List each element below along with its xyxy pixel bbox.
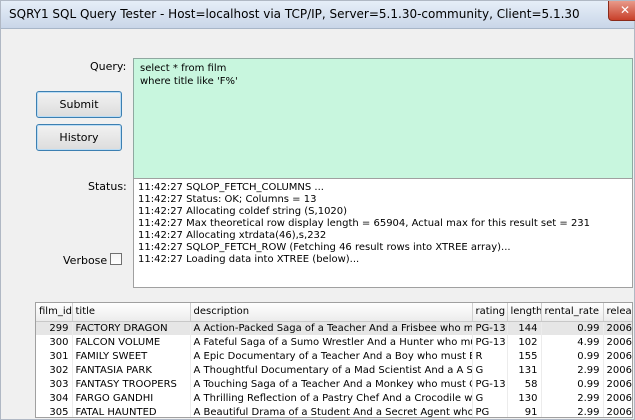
table-row[interactable]: 299 FACTORY DRAGON A Action-Packed Saga … <box>36 321 632 335</box>
column-header-description[interactable]: description <box>190 303 473 322</box>
history-button[interactable]: History <box>36 124 122 151</box>
results-grid[interactable]: film_id title description rating length … <box>35 302 633 418</box>
cell-release-year: 2006 <box>603 349 632 363</box>
cell-description: A Beautiful Drama of a Student And a Sec… <box>190 405 473 417</box>
submit-button[interactable]: Submit <box>36 91 122 118</box>
cell-description: A Thrilling Reflection of a Pastry Chef … <box>190 391 473 405</box>
cell-film-id: 304 <box>36 391 73 405</box>
table-row[interactable]: 301 FAMILY SWEET A Epic Documentary of a… <box>36 349 632 363</box>
cell-release-year: 2006 <box>603 321 632 335</box>
column-header-rating[interactable]: rating <box>472 303 508 322</box>
cell-rental-rate: 2.99 <box>541 391 604 405</box>
cell-release-year: 2006 <box>603 363 632 377</box>
cell-film-id: 303 <box>36 377 73 391</box>
cell-film-id: 302 <box>36 363 73 377</box>
table-row[interactable]: 300 FALCON VOLUME A Fateful Saga of a Su… <box>36 335 632 349</box>
query-input[interactable]: select * from film where title like 'F%' <box>133 58 633 191</box>
cell-film-id: 299 <box>36 321 73 335</box>
table-row[interactable]: 304 FARGO GANDHI A Thrilling Reflection … <box>36 391 632 405</box>
header-row: film_id title description rating length … <box>36 303 632 322</box>
column-header-title[interactable]: title <box>72 303 191 322</box>
client-area: Query: select * from film where title li… <box>4 30 633 418</box>
status-line: 11:42:27 Allocating xtrdata(46),s,232 <box>138 230 327 241</box>
cell-rental-rate: 0.99 <box>541 321 604 335</box>
cell-length: 58 <box>507 377 542 391</box>
cell-rating: PG-13 <box>472 377 508 391</box>
status-log[interactable]: 11:42:27 SQLOP_FETCH_COLUMNS ... 11:42:2… <box>133 178 633 288</box>
cell-title: FARGO GANDHI <box>72 391 191 405</box>
window-title: SQRY1 SQL Query Tester - Host=localhost … <box>9 7 580 21</box>
cell-title: FATAL HAUNTED <box>72 405 191 417</box>
cell-rating: PG <box>472 405 508 417</box>
cell-film-id: 305 <box>36 405 73 417</box>
cell-rental-rate: 0.99 <box>541 349 604 363</box>
close-icon[interactable]: ✕ <box>608 1 635 21</box>
cell-description: A Thoughtful Documentary of a Mad Scient… <box>190 363 473 377</box>
cell-rating: R <box>472 349 508 363</box>
verbose-checkbox[interactable] <box>110 253 122 265</box>
results-table: film_id title description rating length … <box>36 303 632 417</box>
status-line: 11:42:27 Loading data into XTREE (below)… <box>138 254 360 265</box>
cell-release-year: 2006 <box>603 335 632 349</box>
cell-rental-rate: 2.99 <box>541 363 604 377</box>
query-label: Query: <box>90 60 127 73</box>
cell-length: 144 <box>507 321 542 335</box>
title-bar[interactable]: SQRY1 SQL Query Tester - Host=localhost … <box>1 1 635 29</box>
status-label: Status: <box>88 180 127 193</box>
column-header-film-id[interactable]: film_id <box>36 303 73 322</box>
cell-rating: PG-13 <box>472 335 508 349</box>
cell-release-year: 2006 <box>603 405 632 417</box>
column-header-release-year[interactable]: release_year <box>603 303 632 322</box>
cell-release-year: 2006 <box>603 391 632 405</box>
cell-length: 131 <box>507 363 542 377</box>
cell-title: FAMILY SWEET <box>72 349 191 363</box>
cell-rental-rate: 2.99 <box>541 405 604 417</box>
cell-title: FANTASIA PARK <box>72 363 191 377</box>
column-header-length[interactable]: length <box>507 303 542 322</box>
cell-length: 91 <box>507 405 542 417</box>
cell-rating: G <box>472 363 508 377</box>
cell-rental-rate: 4.99 <box>541 335 604 349</box>
cell-rating: PG-13 <box>472 321 508 335</box>
cell-release-year: 2006 <box>603 377 632 391</box>
cell-film-id: 301 <box>36 349 73 363</box>
table-row[interactable]: 305 FATAL HAUNTED A Beautiful Drama of a… <box>36 405 632 417</box>
cell-rental-rate: 0.99 <box>541 377 604 391</box>
cell-length: 130 <box>507 391 542 405</box>
status-line: 11:42:27 Allocating coldef string (S,102… <box>138 206 348 217</box>
cell-description: A Fateful Saga of a Sumo Wrestler And a … <box>190 335 473 349</box>
table-row[interactable]: 303 FANTASY TROOPERS A Touching Saga of … <box>36 377 632 391</box>
cell-title: FALCON VOLUME <box>72 335 191 349</box>
cell-film-id: 300 <box>36 335 73 349</box>
cell-length: 102 <box>507 335 542 349</box>
table-row[interactable]: 302 FANTASIA PARK A Thoughtful Documenta… <box>36 363 632 377</box>
status-line: 11:42:27 SQLOP_FETCH_ROW (Fetching 46 re… <box>138 242 511 253</box>
cell-description: A Epic Documentary of a Teacher And a Bo… <box>190 349 473 363</box>
status-line: 11:42:27 Max theoretical row display len… <box>138 218 591 229</box>
verbose-label: Verbose <box>63 254 108 267</box>
status-line: 11:42:27 SQLOP_FETCH_COLUMNS ... <box>138 182 324 193</box>
cell-rating: G <box>472 391 508 405</box>
status-line: 11:42:27 Status: OK; Columns = 13 <box>138 194 317 205</box>
cell-length: 155 <box>507 349 542 363</box>
cell-title: FANTASY TROOPERS <box>72 377 191 391</box>
column-header-rental-rate[interactable]: rental_rate <box>541 303 604 322</box>
cell-description: A Action-Packed Saga of a Teacher And a … <box>190 321 473 335</box>
cell-description: A Touching Saga of a Teacher And a Monke… <box>190 377 473 391</box>
app-window: SQRY1 SQL Query Tester - Host=localhost … <box>0 0 635 420</box>
cell-title: FACTORY DRAGON <box>72 321 191 335</box>
